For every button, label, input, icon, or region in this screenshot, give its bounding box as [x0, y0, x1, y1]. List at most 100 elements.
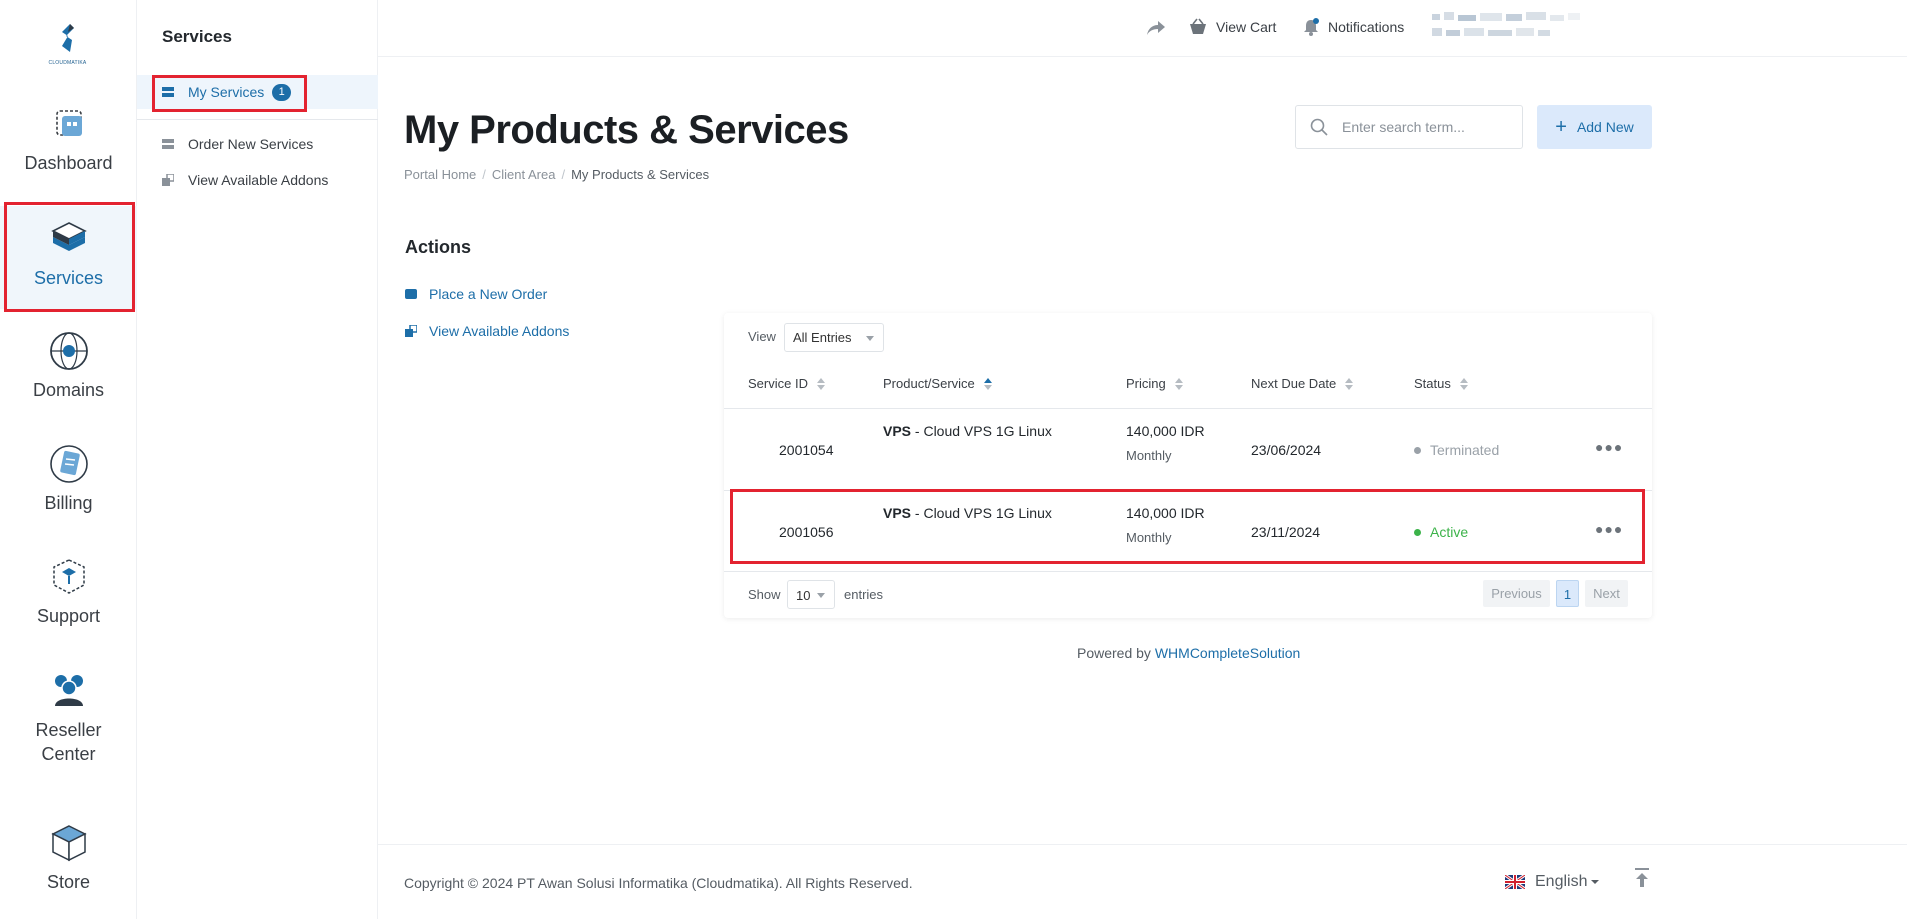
search-input[interactable] [1342, 119, 1512, 135]
chevron-down-icon [1591, 880, 1600, 884]
place-new-order-link[interactable]: Place a New Order [405, 286, 547, 302]
page-title: My Products & Services [404, 108, 849, 152]
column-label: Product/Service [883, 376, 975, 391]
product-group: VPS [883, 423, 912, 439]
arrow-up-to-top-icon [1635, 868, 1649, 887]
rail-label-store: Store [46, 872, 91, 892]
services-table-card: View All Entries Service ID Product/Serv… [724, 313, 1652, 618]
billing-icon [49, 445, 88, 483]
rail-item-domains[interactable]: Domains [0, 330, 137, 401]
column-label: Pricing [1126, 376, 1166, 391]
table-row[interactable]: 2001054 VPS - Cloud VPS 1G Linux 140,000… [724, 409, 1652, 490]
rail-label-domains: Domains [32, 380, 105, 400]
subnav-label-view-available-addons: View Available Addons [188, 172, 329, 188]
view-cart-label: View Cart [1216, 19, 1277, 35]
powered-by: Powered by WHMCompleteSolution [1077, 645, 1300, 661]
view-filter-label: View [748, 329, 776, 344]
pagination-previous[interactable]: Previous [1483, 580, 1550, 607]
cart-basket-icon [1190, 18, 1206, 34]
add-new-label: Add New [1576, 119, 1634, 135]
highlight-box-my-services [152, 75, 307, 112]
globe-icon [49, 332, 88, 370]
breadcrumb-portal-home[interactable]: Portal Home [404, 167, 476, 182]
pagination-next[interactable]: Next [1585, 580, 1628, 607]
sort-icon [1345, 377, 1354, 391]
user-account-menu[interactable] [1432, 12, 1612, 42]
powered-by-prefix: Powered by [1077, 645, 1155, 661]
chevron-down-icon [866, 336, 874, 341]
view-available-addons-link[interactable]: View Available Addons [405, 323, 569, 339]
view-filter-select[interactable]: All Entries [784, 323, 884, 352]
subnav-label-order-new-services: Order New Services [188, 136, 314, 152]
column-header-next-due-date[interactable]: Next Due Date [1251, 376, 1354, 391]
column-header-pricing[interactable]: Pricing [1126, 376, 1183, 391]
view-filter-value: All Entries [793, 330, 852, 345]
product-cell: VPS - Cloud VPS 1G Linux [883, 423, 1052, 439]
actions-title: Actions [405, 237, 472, 257]
column-header-service-id[interactable]: Service ID [748, 376, 825, 391]
subnav-title: Services [162, 27, 232, 46]
highlight-box-services [4, 202, 135, 312]
status-label: Terminated [1430, 442, 1500, 458]
add-new-button[interactable]: + Add New [1537, 105, 1652, 149]
server-icon [162, 139, 174, 149]
sort-icon [816, 377, 825, 391]
language-selector[interactable]: English [1505, 873, 1600, 891]
search-box [1295, 105, 1523, 149]
rail-item-reseller-center[interactable]: Reseller Center [0, 668, 137, 766]
language-label: English [1535, 873, 1588, 890]
column-header-status[interactable]: Status [1414, 376, 1468, 391]
sort-icon [1459, 377, 1468, 391]
cloudmatika-logo[interactable]: CLOUDMATIKA [45, 22, 90, 66]
bell-icon [1304, 18, 1319, 36]
pagination-page-1[interactable]: 1 [1556, 580, 1579, 607]
page-length-select[interactable]: 10 [787, 580, 835, 609]
subnav-divider [137, 119, 378, 120]
breadcrumb-client-area[interactable]: Client Area [492, 167, 556, 182]
rail-item-support[interactable]: Support [0, 556, 137, 627]
rail-item-store[interactable]: Store [0, 822, 137, 893]
share-arrow-icon [1147, 21, 1165, 35]
subnav-item-order-new-services[interactable]: Order New Services [137, 127, 378, 161]
rail-label-support: Support [36, 606, 101, 626]
sort-icon [1174, 377, 1183, 391]
rail-label-dashboard: Dashboard [24, 153, 113, 173]
rail-item-billing[interactable]: Billing [0, 443, 137, 514]
view-available-addons-label: View Available Addons [429, 323, 570, 339]
breadcrumb-current: My Products & Services [571, 167, 710, 182]
sort-ascending-icon [983, 377, 992, 391]
notifications-label: Notifications [1328, 19, 1405, 35]
entries-label: entries [844, 587, 884, 602]
view-cart-link[interactable]: View Cart [1188, 18, 1276, 36]
copyright-text: Copyright © 2024 PT Awan Solusi Informat… [404, 875, 913, 891]
rail-label-reseller: Reseller [35, 720, 102, 740]
share-button[interactable] [1146, 20, 1174, 36]
service-id-cell: 2001054 [779, 442, 834, 458]
highlight-box-active-service [730, 489, 1645, 564]
column-label: Service ID [748, 376, 808, 391]
column-label: Next Due Date [1251, 376, 1337, 391]
icon-rail: CLOUDMATIKA Dashboard Services Domains B… [0, 0, 137, 919]
support-box-icon [52, 559, 85, 594]
breadcrumb: Portal Home / Client Area / My Products & Se… [404, 167, 709, 182]
top-bar: View Cart Notifications [378, 0, 1907, 57]
uk-flag-icon [1505, 875, 1525, 889]
store-cube-icon [50, 825, 87, 862]
pricing-cell: 140,000 IDR Monthly [1126, 423, 1205, 463]
back-to-top-button[interactable] [1633, 867, 1651, 894]
chevron-down-icon [817, 593, 825, 598]
column-header-product-service[interactable]: Product/Service [883, 376, 992, 391]
dashboard-icon [55, 110, 82, 136]
subnav-item-view-available-addons[interactable]: View Available Addons [137, 163, 378, 197]
services-subnav: Services My Services 1 Order New Service… [137, 0, 378, 919]
notifications-link[interactable]: Notifications [1302, 18, 1404, 36]
addons-icon [405, 325, 417, 337]
rail-label-billing: Billing [44, 493, 93, 513]
users-group-icon [54, 675, 83, 706]
status-dot-icon [1414, 446, 1421, 454]
more-options-icon[interactable]: ●●● [1595, 439, 1623, 455]
order-icon [405, 289, 417, 299]
rail-item-dashboard[interactable]: Dashboard [0, 103, 137, 174]
whmcs-link[interactable]: WHMCompleteSolution [1155, 645, 1301, 661]
column-label: Status [1414, 376, 1451, 391]
